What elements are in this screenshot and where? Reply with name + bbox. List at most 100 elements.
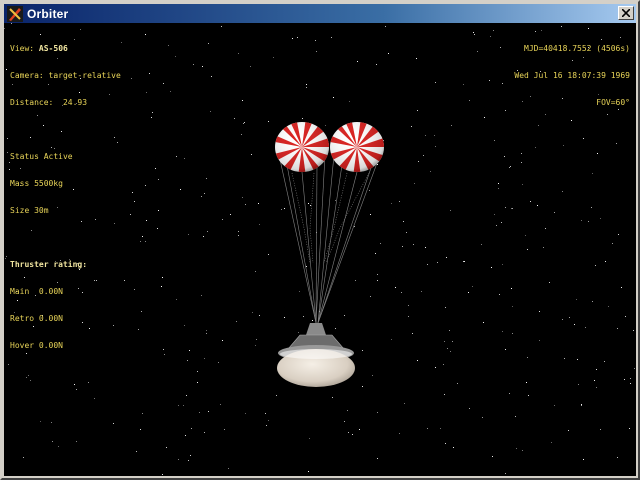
star [634, 368, 635, 369]
star [588, 221, 589, 222]
star [443, 364, 444, 365]
star [545, 228, 546, 229]
star [450, 351, 451, 352]
star [331, 37, 332, 38]
star [193, 64, 194, 65]
star [234, 118, 235, 119]
star [7, 152, 8, 153]
star [204, 358, 205, 359]
star [333, 97, 334, 98]
star [574, 324, 575, 325]
star [484, 117, 485, 118]
star [521, 162, 522, 163]
star [591, 207, 592, 208]
star [224, 429, 225, 430]
star [292, 38, 293, 39]
star [204, 432, 205, 433]
star [370, 296, 371, 297]
star [268, 254, 269, 255]
star [186, 395, 187, 396]
close-button[interactable] [618, 6, 634, 20]
star [222, 219, 223, 220]
star [88, 382, 89, 383]
star [399, 433, 400, 434]
star [306, 87, 307, 88]
hud-thruster-main: Main 0.00N [10, 287, 63, 296]
star [425, 247, 426, 248]
star [594, 380, 595, 381]
star [562, 191, 563, 192]
star [242, 197, 243, 198]
star [145, 34, 146, 35]
star [284, 208, 285, 209]
hud-view-value: AS-506 [38, 44, 68, 53]
star [256, 339, 257, 340]
star [444, 341, 445, 342]
star [74, 384, 75, 385]
star [184, 158, 185, 159]
star [370, 214, 371, 215]
star [595, 265, 596, 266]
star [141, 311, 142, 312]
star [621, 287, 622, 288]
star [161, 286, 162, 287]
title-bar[interactable]: Orbiter [4, 4, 636, 23]
star [489, 80, 490, 81]
star [30, 380, 31, 381]
star [502, 331, 503, 332]
star [152, 112, 153, 113]
star [434, 135, 435, 136]
star [577, 359, 578, 360]
star [163, 83, 164, 84]
star [241, 134, 242, 135]
star [164, 354, 165, 355]
star [238, 231, 239, 232]
star [40, 421, 41, 422]
star [463, 261, 464, 262]
star [502, 83, 503, 84]
hud-thruster-retro: Retro 0.00N [10, 314, 63, 323]
star [250, 66, 251, 67]
star [369, 190, 370, 191]
star [391, 203, 392, 204]
star [511, 288, 512, 289]
star [600, 218, 601, 219]
star [483, 322, 484, 323]
star [208, 411, 209, 412]
render-viewport[interactable]: View: AS-506 Camera: target-relative Dis… [4, 23, 636, 476]
star [509, 393, 510, 394]
star [435, 367, 436, 368]
star [202, 66, 203, 67]
star [299, 291, 300, 292]
star [146, 92, 147, 93]
star [6, 256, 7, 257]
star [473, 32, 474, 33]
star [625, 316, 626, 317]
star [142, 413, 143, 414]
star [218, 362, 219, 363]
star [388, 53, 389, 54]
star [58, 446, 59, 447]
star [510, 166, 511, 167]
orbiter-window: Orbiter View: AS-506 Camera: target-rela… [0, 0, 640, 480]
star [199, 412, 200, 413]
star [527, 357, 528, 358]
star [528, 395, 529, 396]
star [230, 214, 231, 215]
star [206, 333, 207, 334]
star [236, 321, 237, 322]
parachute-lines [278, 154, 381, 324]
star [335, 200, 336, 201]
star [197, 371, 198, 372]
star [142, 236, 143, 237]
star [6, 69, 7, 70]
star [498, 183, 499, 184]
star [617, 328, 618, 329]
star [411, 126, 412, 127]
star [377, 274, 378, 275]
star [308, 203, 309, 204]
star [306, 84, 307, 85]
star [403, 221, 404, 222]
star [385, 26, 386, 27]
star [376, 64, 377, 65]
